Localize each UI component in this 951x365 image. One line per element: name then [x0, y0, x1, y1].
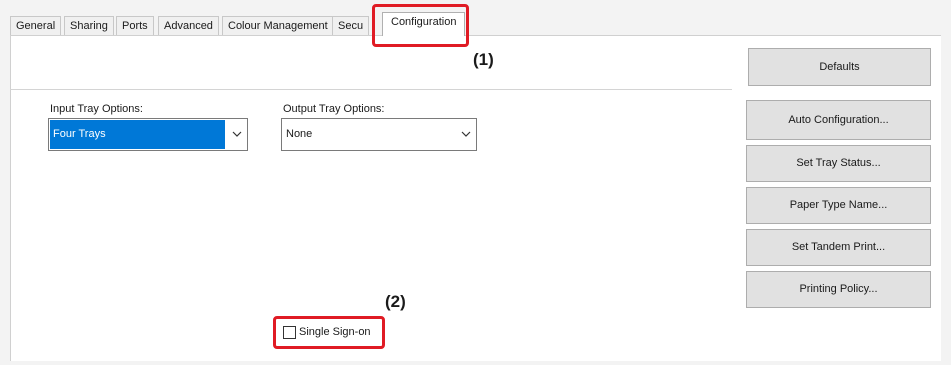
- callout-number-1: (1): [473, 50, 494, 69]
- set-tandem-print-label: Set Tandem Print...: [791, 241, 886, 253]
- tab-advanced[interactable]: Advanced: [158, 16, 219, 35]
- callout-number-2: (2): [385, 292, 406, 311]
- output-tray-select[interactable]: None: [281, 118, 477, 151]
- chevron-down-icon: [461, 131, 471, 137]
- input-tray-label: Input Tray Options:: [50, 103, 143, 115]
- tab-ports[interactable]: Ports: [116, 16, 154, 35]
- tab-general[interactable]: General: [10, 16, 62, 35]
- input-tray-select[interactable]: Four Trays: [48, 118, 248, 151]
- output-tray-label: Output Tray Options:: [283, 103, 385, 115]
- set-tray-status-button[interactable]: Set Tray Status...: [746, 145, 931, 182]
- auto-configuration-button[interactable]: Auto Configuration...: [746, 100, 931, 140]
- paper-type-name-label: Paper Type Name...: [789, 199, 888, 211]
- set-tandem-print-button[interactable]: Set Tandem Print...: [746, 229, 931, 266]
- auto-configuration-label: Auto Configuration...: [788, 114, 889, 126]
- tab-security[interactable]: Secu: [332, 16, 370, 35]
- output-tray-value: None: [286, 128, 313, 140]
- printing-policy-button[interactable]: Printing Policy...: [746, 271, 931, 308]
- set-tray-status-label: Set Tray Status...: [796, 157, 881, 169]
- defaults-button-label: Defaults: [819, 61, 860, 73]
- input-tray-value: Four Trays: [50, 120, 225, 149]
- single-sign-on-label[interactable]: Single Sign-on: [299, 326, 371, 338]
- chevron-down-icon: [232, 131, 242, 137]
- defaults-button[interactable]: Defaults: [748, 48, 931, 86]
- tab-sharing[interactable]: Sharing: [64, 16, 114, 35]
- printing-policy-label: Printing Policy...: [799, 283, 878, 295]
- tab-strip: General Sharing Ports Advanced Colour Ma…: [10, 10, 940, 36]
- tab-configuration[interactable]: Configuration: [382, 12, 466, 36]
- single-sign-on-checkbox[interactable]: [283, 326, 296, 339]
- divider: [10, 89, 732, 90]
- paper-type-name-button[interactable]: Paper Type Name...: [746, 187, 931, 224]
- tab-colour-management[interactable]: Colour Management: [222, 16, 334, 35]
